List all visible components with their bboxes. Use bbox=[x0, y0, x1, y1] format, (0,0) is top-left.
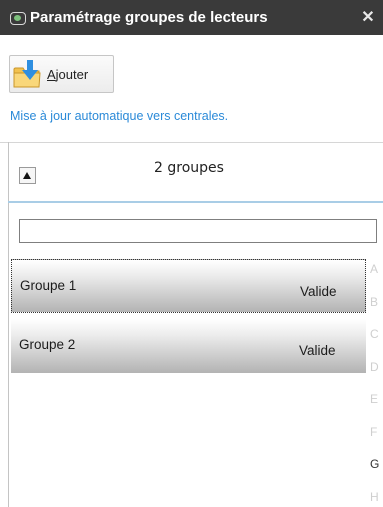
alphabet-letter-e[interactable]: E bbox=[370, 392, 383, 406]
add-button[interactable]: Ajouter bbox=[9, 55, 114, 93]
add-button-label: Ajouter bbox=[47, 67, 88, 82]
title-bar: Paramétrage groupes de lecteurs ✕ bbox=[0, 0, 383, 35]
window-title: Paramétrage groupes de lecteurs bbox=[30, 9, 268, 26]
folder-add-icon bbox=[13, 60, 41, 88]
window-icon bbox=[10, 12, 26, 25]
alphabet-letter-d[interactable]: D bbox=[370, 360, 383, 374]
group-status: Valide bbox=[300, 284, 337, 299]
toolbar: Ajouter Mise à jour automatique vers cen… bbox=[0, 35, 383, 143]
group-name: Groupe 2 bbox=[19, 337, 76, 352]
group-row[interactable]: Groupe 1 Valide bbox=[11, 259, 366, 313]
alphabet-letter-a[interactable]: A bbox=[370, 262, 383, 276]
alphabet-letter-g[interactable]: G bbox=[370, 457, 383, 471]
alphabet-letter-f[interactable]: F bbox=[370, 425, 383, 439]
list-header: 2 groupes bbox=[8, 142, 383, 202]
group-name: Groupe 1 bbox=[20, 278, 77, 293]
search-input[interactable] bbox=[19, 219, 377, 243]
add-button-label-rest: jouter bbox=[55, 67, 89, 82]
add-button-mnemonic: A bbox=[47, 67, 56, 82]
alphabet-letter-h[interactable]: H bbox=[370, 490, 383, 504]
alphabet-letter-b[interactable]: B bbox=[370, 295, 383, 309]
group-count: 2 groupes bbox=[154, 160, 224, 176]
group-row[interactable]: Groupe 2 Valide bbox=[11, 319, 366, 373]
close-button[interactable]: ✕ bbox=[353, 0, 383, 35]
alphabet-letter-c[interactable]: C bbox=[370, 327, 383, 341]
header-divider bbox=[8, 201, 383, 203]
caret-up-icon bbox=[23, 172, 31, 179]
sort-toggle-button[interactable] bbox=[19, 167, 36, 184]
dialog-window: Paramétrage groupes de lecteurs ✕ Ajoute… bbox=[0, 0, 383, 507]
group-status: Valide bbox=[299, 343, 336, 358]
auto-update-link[interactable]: Mise à jour automatique vers centrales. bbox=[10, 109, 228, 123]
